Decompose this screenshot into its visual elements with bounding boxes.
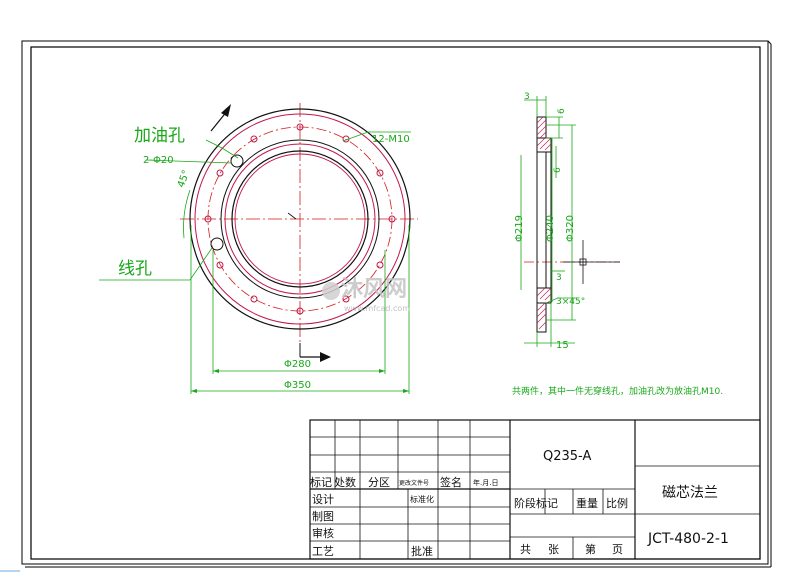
tb-design: 设计 [312, 493, 334, 506]
tb-standard: 标准化 [410, 494, 434, 504]
tb-total: 共 [520, 543, 531, 556]
tb-weight: 重量 [576, 496, 598, 510]
inner-frame [30, 46, 761, 560]
label-hole-2: 2-Φ20 [143, 155, 174, 166]
tb-process: 工艺 [312, 545, 334, 558]
front-view: 加油孔 2-Φ20 12-M10 45° 线孔 Φ280 Φ350 [99, 103, 418, 394]
label-oil-hole: 加油孔 [134, 126, 185, 146]
tb-part-name: 磁芯法兰 [662, 485, 718, 501]
dim-text-15: 15 [556, 340, 569, 351]
dim-text-219: Φ219 [514, 215, 525, 242]
tb-change-doc: 更改文件号 [399, 479, 429, 487]
side-section-view: 3 6 6 Φ219 Φ240 Φ320 3 3×45° 15 [514, 92, 620, 351]
angle-arc [183, 189, 191, 239]
bolt-hole [376, 261, 384, 269]
tb-sign: 签名 [440, 475, 462, 489]
wire-hole [210, 237, 224, 251]
label-angle: 45° [176, 169, 192, 189]
tb-draft: 制图 [312, 510, 334, 523]
watermark: 沐风网 www.mfcad.com [322, 277, 410, 313]
section-bottom-flange [536, 302, 547, 333]
view-arrow-bottom [320, 352, 331, 362]
dim-text-3-top: 3 [524, 92, 530, 102]
technical-note: 共两件，其中一件无穿线孔，加油孔改为放油孔M10. [512, 385, 723, 397]
tb-mark: 标记 [310, 475, 332, 489]
bolt-hole [216, 169, 224, 177]
tb-zone: 分区 [368, 476, 390, 489]
drawing-sheet: 加油孔 2-Φ20 12-M10 45° 线孔 Φ280 Φ350 3 6 6 … [0, 40, 772, 572]
tb-drawing-no: JCT-480-2-1 [647, 531, 729, 547]
dim-text-chamfer: 3×45° [556, 297, 585, 307]
dim-text-280: Φ280 [284, 359, 311, 370]
oil-hole [230, 154, 244, 168]
tb-count: 处数 [334, 476, 356, 489]
tb-sheet-no: 第 [585, 542, 596, 556]
tb-stage-mark: 阶段标记 [514, 496, 558, 510]
dim-text-6-top: 6 [557, 108, 567, 114]
dim-text-6-mid: 6 [553, 167, 563, 173]
label-hole-12: 12-M10 [372, 134, 410, 145]
tb-page: 页 [612, 543, 623, 556]
tb-scale: 比例 [606, 496, 628, 510]
label-wire-hole: 线孔 [118, 259, 152, 279]
tb-review: 审核 [312, 526, 334, 540]
dim-text-3-mid: 3 [556, 273, 562, 283]
view-arrow-top [221, 104, 231, 117]
tb-date: 年.月.日 [473, 478, 498, 487]
watermark-url: www.mfcad.com [344, 304, 410, 313]
bolt-hole [250, 295, 258, 303]
tb-material: Q235-A [543, 449, 591, 464]
dim-text-240: Φ240 [545, 215, 556, 242]
tb-approve: 批准 [411, 544, 433, 558]
watermark-name: 沐风网 [341, 277, 407, 302]
watermark-logo-icon [322, 282, 340, 300]
outer-frame [21, 40, 769, 565]
dim-text-350: Φ350 [284, 380, 311, 391]
dim-text-320: Φ320 [565, 215, 576, 242]
tb-sheets: 张 [548, 543, 559, 556]
